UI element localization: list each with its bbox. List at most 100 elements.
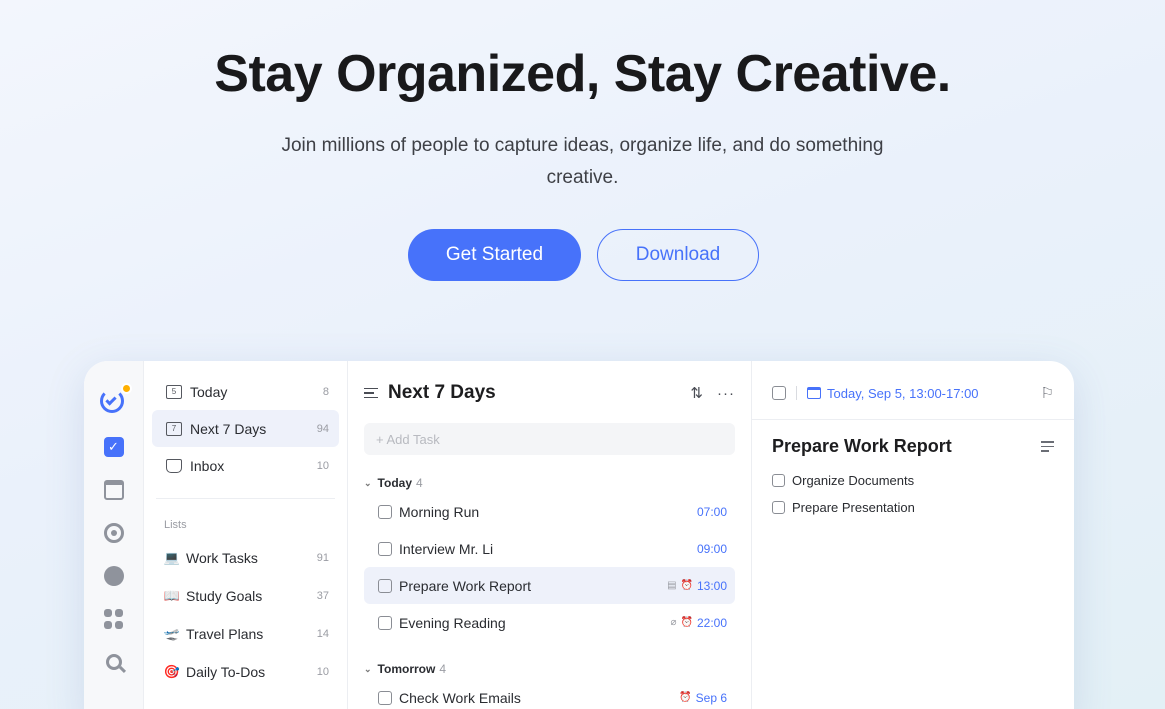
inbox-icon [166, 458, 182, 473]
sidebar-item-count: 94 [316, 422, 329, 435]
flag-icon[interactable]: ⚐ [1041, 384, 1054, 402]
laptop-icon: 💻 [163, 550, 181, 565]
task-row-selected[interactable]: Prepare Work Report ▤ ⏰ 13:00 [364, 567, 735, 604]
task-row[interactable]: Check Work Emails ⏰ Sep 6 [364, 679, 735, 709]
sidebar: 5 Today 8 7 Next 7 Days 94 Inbox 10 List… [144, 361, 348, 709]
habit-clock-icon[interactable] [103, 566, 124, 586]
sidebar-list-work-tasks[interactable]: 💻 Work Tasks 91 [152, 539, 339, 577]
sort-icon[interactable]: ⇅ [690, 384, 703, 402]
airplane-icon: 🛫 [163, 626, 181, 641]
sidebar-item-label: Today [190, 383, 228, 400]
attachment-icon: ⌀ [670, 617, 677, 628]
group-label: Tomorrow [377, 662, 436, 676]
task-checkbox[interactable] [378, 578, 392, 593]
add-task-input[interactable]: + Add Task [364, 423, 735, 455]
sidebar-item-today[interactable]: 5 Today 8 [152, 373, 339, 410]
alarm-icon: ⏰ [680, 617, 693, 628]
sidebar-list-daily-to-dos[interactable]: 🎯 Daily To-Dos 10 [152, 653, 339, 691]
group-header-tomorrow[interactable]: ⌄ Tomorrow 4 [364, 659, 735, 679]
logo-icon [99, 383, 132, 413]
list-count: 37 [316, 590, 329, 602]
task-label: Interview Mr. Li [399, 540, 494, 557]
subtask-checkbox[interactable] [772, 474, 785, 487]
calendar-week-icon: 7 [166, 421, 182, 436]
alarm-icon: ⏰ [679, 692, 692, 703]
subtask-checkbox[interactable] [772, 501, 785, 514]
chevron-down-icon: ⌄ [364, 477, 372, 488]
focus-icon[interactable] [103, 523, 124, 543]
task-row[interactable]: Evening Reading ⌀ ⏰ 22:00 [364, 604, 735, 641]
app-preview: ✓ 5 Today 8 7 Next 7 Days 94 Inbox 10 Li… [84, 361, 1074, 709]
hero-title: Stay Organized, Stay Creative. [214, 45, 951, 103]
matrix-grid-icon[interactable] [104, 609, 124, 629]
book-icon: 📖 [163, 588, 181, 603]
subtask[interactable]: Organize Documents [772, 473, 1054, 488]
divider [796, 386, 797, 400]
task-time: 07:00 [696, 504, 727, 519]
list-label: Study Goals [186, 588, 263, 604]
task-label: Morning Run [399, 503, 480, 520]
chevron-down-icon: ⌄ [364, 663, 372, 674]
note-icon: ▤ [667, 580, 677, 591]
task-time: 13:00 [696, 578, 727, 593]
divider [156, 498, 335, 499]
task-checkbox[interactable] [378, 541, 392, 556]
icon-rail: ✓ [84, 361, 144, 709]
task-list-panel: Next 7 Days ⇅ ··· + Add Task ⌄ Today 4 M… [348, 361, 752, 709]
sidebar-list-travel-plans[interactable]: 🛫 Travel Plans 14 [152, 615, 339, 653]
download-button[interactable]: Download [597, 229, 759, 281]
group-count: 4 [439, 662, 447, 676]
get-started-button[interactable]: Get Started [408, 229, 581, 281]
task-time: 22:00 [696, 615, 727, 630]
task-checkbox[interactable] [378, 504, 392, 519]
calendar-day-icon: 5 [166, 384, 182, 399]
description-icon[interactable] [1041, 441, 1054, 452]
sidebar-item-count: 8 [322, 385, 329, 398]
subtask-label: Organize Documents [792, 473, 915, 488]
group-label: Today [377, 476, 412, 490]
calendar-icon [807, 387, 821, 399]
task-label: Prepare Work Report [399, 577, 532, 594]
detail-title-row: Prepare Work Report [772, 436, 1054, 457]
target-icon: 🎯 [163, 664, 181, 679]
task-time: Sep 6 [695, 690, 727, 705]
sidebar-item-inbox[interactable]: Inbox 10 [152, 447, 339, 484]
task-row[interactable]: Interview Mr. Li 09:00 [364, 530, 735, 567]
divider [752, 419, 1074, 420]
task-detail-panel: Today, Sep 5, 13:00-17:00 ⚐ Prepare Work… [752, 361, 1074, 709]
calendar-icon[interactable] [103, 480, 124, 500]
task-time: 09:00 [696, 541, 727, 556]
subtask[interactable]: Prepare Presentation [772, 500, 1054, 515]
task-date[interactable]: Today, Sep 5, 13:00-17:00 [827, 386, 1041, 401]
task-label: Evening Reading [399, 614, 506, 631]
detail-header: Today, Sep 5, 13:00-17:00 ⚐ [772, 379, 1054, 407]
menu-icon[interactable] [364, 387, 378, 399]
task-list-title: Next 7 Days [388, 382, 496, 403]
detail-checkbox[interactable] [772, 386, 786, 400]
task-checkbox[interactable] [378, 690, 392, 705]
list-count: 10 [316, 666, 329, 678]
list-count: 14 [316, 628, 329, 640]
list-label: Work Tasks [186, 550, 258, 566]
group-count: 4 [416, 476, 423, 490]
task-label: Check Work Emails [399, 689, 521, 706]
sidebar-item-label: Next 7 Days [190, 420, 267, 437]
tasks-checkbox-icon[interactable]: ✓ [103, 437, 124, 457]
group-header-today[interactable]: ⌄ Today 4 [364, 473, 735, 493]
list-label: Travel Plans [186, 626, 264, 642]
sidebar-list-study-goals[interactable]: 📖 Study Goals 37 [152, 577, 339, 615]
task-checkbox[interactable] [378, 615, 392, 630]
sidebar-item-next-7-days[interactable]: 7 Next 7 Days 94 [152, 410, 339, 447]
task-row[interactable]: Morning Run 07:00 [364, 493, 735, 530]
task-list-header: Next 7 Days ⇅ ··· [364, 379, 735, 407]
subtask-label: Prepare Presentation [792, 500, 915, 515]
sidebar-item-label: Inbox [190, 457, 225, 474]
task-title[interactable]: Prepare Work Report [772, 436, 1041, 457]
list-label: Daily To-Dos [186, 664, 266, 680]
lists-section-label: Lists [164, 519, 187, 531]
alarm-icon: ⏰ [680, 580, 693, 591]
list-count: 91 [316, 552, 329, 564]
search-icon[interactable] [104, 652, 124, 672]
hero-subtitle: Join millions of people to capture ideas… [281, 135, 884, 188]
more-icon[interactable]: ··· [717, 385, 735, 402]
